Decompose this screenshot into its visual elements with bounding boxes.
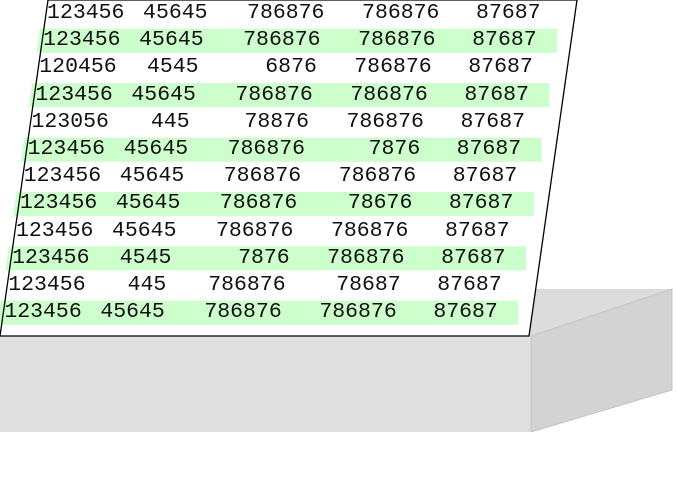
- table-cell: 78876: [244, 109, 310, 134]
- table-cell: 123456: [12, 245, 90, 270]
- table-row: 123056 445 78876 786876 87687: [32, 109, 552, 136]
- table-cell: 45645: [123, 137, 189, 161]
- table-cell: 87687: [472, 28, 537, 53]
- table-cell: 45645: [111, 218, 177, 243]
- table-cell: 786876: [247, 1, 325, 25]
- table-cell: 123456: [27, 137, 106, 161]
- table-row: 123456 4545 7876 786876 87687: [12, 245, 532, 272]
- table-cell: 6876: [265, 55, 317, 80]
- table-cell: 786876: [358, 28, 436, 53]
- table-cell: 123456: [23, 164, 102, 189]
- table-cell: 786876: [215, 218, 294, 243]
- table-row: 120456 4545 6876 786876 87687: [39, 54, 559, 81]
- table-cell: 87687: [456, 137, 522, 161]
- table-cell: 445: [150, 109, 190, 134]
- table-cell: 123456: [15, 218, 94, 243]
- table-cell: 45645: [119, 164, 185, 189]
- table-cell: 123456: [8, 273, 86, 297]
- table-cell: 4545: [119, 245, 172, 270]
- table-cell: 786876: [327, 245, 405, 270]
- table-row: 123456 45645 786876 786876 87687: [47, 0, 567, 27]
- table-cell: 87687: [444, 218, 510, 243]
- table-row: 123456 445 786876 78687 87687: [8, 272, 528, 299]
- table-cell: 87687: [433, 300, 498, 325]
- table-cell: 87687: [437, 273, 502, 297]
- table-row: 123456 45645 786876 7876 87687: [28, 136, 548, 163]
- table-cell: 87687: [452, 164, 518, 189]
- table-cell: 123056: [31, 109, 109, 134]
- table-cell: 78676: [347, 191, 413, 216]
- table-row: 123456 45645 786876 78676 87687: [20, 190, 540, 217]
- table-cell: 786876: [204, 300, 282, 325]
- table-cell: 45645: [139, 28, 204, 53]
- table-cell: 123456: [43, 28, 121, 53]
- table-cell: 786876: [319, 300, 397, 325]
- number-table: 123456 45645 786876 786876 87687 123456 …: [0, 0, 677, 432]
- table-cell: 4545: [146, 55, 199, 80]
- table-row: 123456 45645 786876 786876 87687: [35, 82, 555, 109]
- table-cell: 87687: [464, 82, 529, 107]
- table-cell: 786876: [243, 28, 321, 53]
- table-cell: 786876: [338, 164, 417, 189]
- table-cell: 123456: [4, 300, 82, 325]
- table-cell: 786876: [362, 1, 440, 25]
- table-cell: 45645: [115, 191, 181, 216]
- table-cell: 123456: [35, 82, 113, 107]
- table-cell: 78687: [336, 273, 401, 297]
- table-cell: 786876: [354, 55, 432, 80]
- table-cell: 87687: [460, 109, 526, 134]
- table-cell: 87687: [468, 55, 533, 80]
- table-cell: 7876: [238, 245, 290, 270]
- table-cell: 786876: [223, 164, 302, 189]
- table-row: 123456 45645 786876 786876 87687: [4, 299, 524, 326]
- table-row: 123456 45645 786876 786876 87687: [43, 27, 563, 54]
- table-cell: 786876: [219, 191, 298, 216]
- table-cell: 87687: [441, 245, 506, 270]
- table-row: 123456 45645 786876 786876 87687: [16, 218, 536, 245]
- table-cell: 123456: [47, 1, 125, 25]
- table-cell: 87687: [448, 191, 514, 216]
- table-cell: 45645: [131, 82, 196, 107]
- table-cell: 786876: [346, 109, 424, 134]
- table-cell: 786876: [330, 218, 409, 243]
- table-cell: 786876: [235, 82, 313, 107]
- table-cell: 786876: [350, 82, 428, 107]
- table-cell: 445: [127, 273, 167, 297]
- table-cell: 120456: [39, 55, 117, 80]
- table-cell: 7876: [368, 137, 421, 161]
- table-cell: 45645: [143, 1, 208, 25]
- table-cell: 87687: [476, 1, 541, 25]
- table-cell: 786876: [208, 273, 286, 297]
- table-cell: 45645: [100, 300, 165, 325]
- table-row: 123456 45645 786876 786876 87687: [24, 163, 544, 190]
- table-cell: 786876: [227, 137, 306, 161]
- table-cell: 123456: [19, 191, 98, 216]
